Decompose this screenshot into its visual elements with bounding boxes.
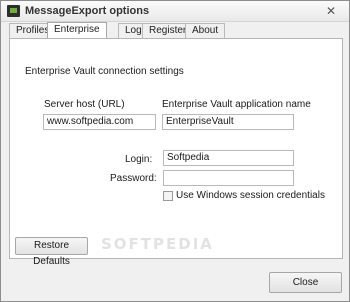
password-input[interactable] bbox=[163, 170, 294, 186]
server-host-input[interactable]: www.softpedia.com bbox=[43, 114, 156, 130]
login-input[interactable]: Softpedia bbox=[163, 150, 294, 166]
options-window: MessageExport options ✕ Profiles Enterpr… bbox=[0, 0, 350, 302]
softpedia-watermark: SOFTPEDIA bbox=[101, 235, 214, 253]
session-credentials-label: Use Windows session credentials bbox=[176, 190, 325, 201]
server-host-label: Server host (URL) bbox=[44, 99, 125, 110]
app-name-label: Enterprise Vault application name bbox=[162, 99, 311, 110]
section-heading: Enterprise Vault connection settings bbox=[25, 66, 184, 77]
session-credentials-checkbox[interactable] bbox=[163, 191, 173, 201]
window-title: MessageExport options bbox=[25, 5, 150, 17]
close-button[interactable]: Close bbox=[269, 272, 342, 293]
close-icon[interactable]: ✕ bbox=[323, 3, 339, 19]
login-label: Login: bbox=[125, 154, 153, 165]
password-label: Password: bbox=[110, 173, 157, 184]
tab-panel: Enterprise Vault connection settings Ser… bbox=[9, 38, 343, 267]
restore-defaults-button[interactable]: Restore Defaults bbox=[15, 237, 88, 267]
app-icon bbox=[7, 5, 20, 17]
app-name-input[interactable]: EnterpriseVault bbox=[162, 114, 294, 130]
tab-about[interactable]: About bbox=[185, 23, 226, 39]
title-bar: MessageExport options ✕ bbox=[1, 1, 349, 22]
